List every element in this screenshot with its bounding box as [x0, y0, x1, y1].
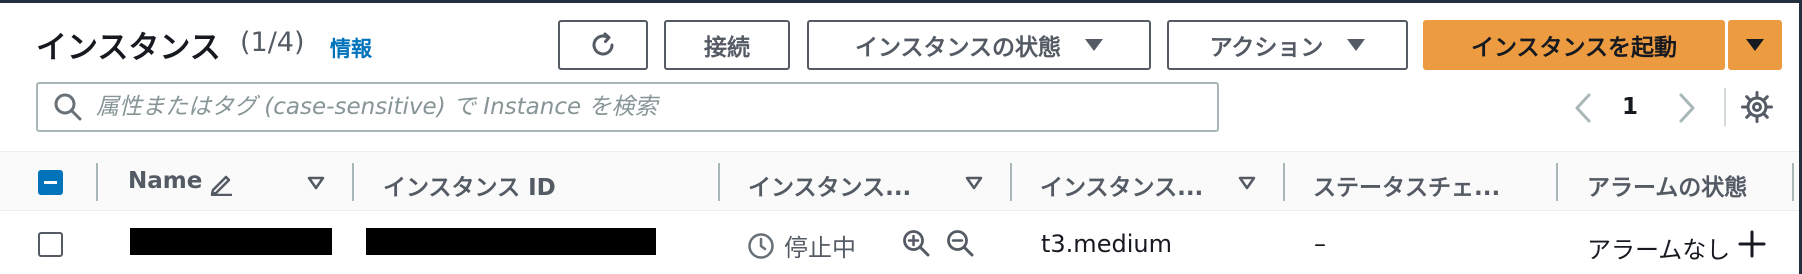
column-header-instance-type[interactable]: インスタンス... — [1040, 168, 1203, 202]
zoom-in-icon[interactable] — [901, 228, 931, 258]
column-header-label: Name — [128, 168, 203, 194]
current-page[interactable]: 1 — [1622, 94, 1638, 120]
zoom-out-icon[interactable] — [945, 228, 975, 258]
column-header-instance-id[interactable]: インスタンス ID — [383, 168, 556, 202]
column-header-label: ステータスチェ... — [1313, 175, 1501, 201]
search-box[interactable] — [36, 82, 1219, 132]
column-header-label: インスタンス ID — [383, 175, 556, 201]
launch-instance-menu-button[interactable] — [1728, 20, 1782, 70]
column-separator — [1283, 163, 1285, 201]
gear-icon[interactable] — [1740, 90, 1774, 124]
sort-down-icon[interactable] — [1238, 176, 1256, 190]
instance-state-label: インスタンスの状態 — [854, 35, 1062, 61]
sort-down-icon[interactable] — [307, 176, 325, 190]
column-header-instance-state[interactable]: インスタンス... — [748, 168, 911, 202]
column-header-label: インスタンス... — [748, 175, 912, 201]
previous-page-icon[interactable] — [1572, 91, 1594, 125]
column-separator — [1010, 163, 1012, 201]
refresh-icon — [592, 32, 614, 56]
pencil-icon — [210, 175, 232, 196]
actions-dropdown[interactable]: アクション — [1167, 20, 1408, 70]
window-top-border — [0, 0, 1802, 3]
search-icon — [54, 93, 82, 121]
connect-button[interactable]: 接続 — [664, 20, 790, 70]
connect-button-label: 接続 — [704, 35, 750, 61]
caret-down-icon — [1347, 39, 1366, 51]
column-header-alarm-state[interactable]: アラームの状態 — [1587, 168, 1747, 202]
instance-state-dropdown[interactable]: インスタンスの状態 — [807, 20, 1151, 70]
status-check-cell: – — [1314, 230, 1326, 258]
column-separator — [718, 163, 720, 201]
column-header-label: アラームの状態 — [1587, 175, 1748, 201]
pager-divider — [1724, 88, 1726, 126]
column-separator — [1792, 163, 1794, 201]
alarm-state-cell: アラームなし — [1587, 236, 1731, 264]
instance-type-cell: t3.medium — [1041, 230, 1172, 258]
sort-down-icon[interactable] — [965, 176, 983, 190]
instance-state-text: 停止中 — [784, 234, 856, 262]
actions-label: アクション — [1209, 35, 1324, 61]
launch-instance-label: インスタンスを起動 — [1470, 35, 1678, 61]
select-all-checkbox[interactable] — [38, 170, 63, 195]
page-title: インスタンス — [36, 30, 221, 66]
column-separator — [352, 163, 354, 201]
column-header-label: インスタンス... — [1040, 175, 1204, 201]
launch-instance-button[interactable]: インスタンスを起動 — [1423, 20, 1725, 70]
next-page-icon[interactable] — [1676, 91, 1698, 125]
caret-down-icon — [1746, 39, 1764, 51]
selection-count: (1/4) — [240, 27, 305, 58]
redacted-instance-id — [366, 228, 656, 255]
row-select-checkbox[interactable] — [38, 232, 63, 257]
search-input[interactable] — [96, 94, 1196, 120]
column-header-name[interactable]: Name — [128, 168, 202, 194]
redacted-name — [130, 228, 332, 255]
column-separator — [96, 163, 98, 201]
instance-state-cell: 停止中 — [746, 228, 856, 263]
info-link[interactable]: 情報 — [330, 33, 372, 63]
caret-down-icon — [1085, 39, 1104, 51]
add-alarm-icon[interactable] — [1737, 229, 1767, 259]
refresh-button[interactable] — [558, 20, 648, 70]
column-header-status-check[interactable]: ステータスチェ... — [1313, 168, 1500, 202]
clock-icon — [748, 232, 774, 259]
column-separator — [1556, 163, 1558, 201]
